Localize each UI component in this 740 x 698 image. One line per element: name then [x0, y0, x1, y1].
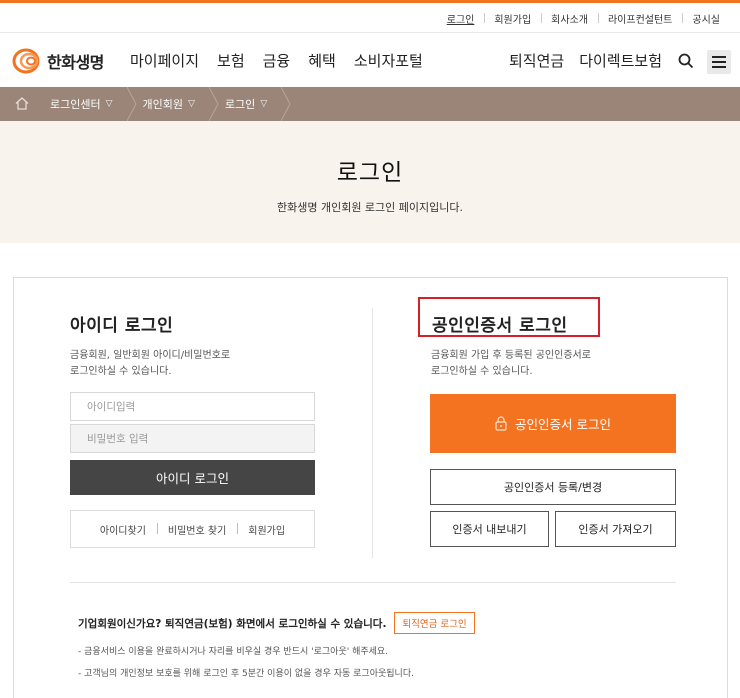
chevron-down-icon: ▽ [188, 99, 195, 109]
password-input[interactable]: 비밀번호 입력 [70, 424, 315, 453]
corporate-login-text: 기업회원이신가요? 퇴직연금(보험) 화면에서 로그인하실 수 있습니다. [78, 617, 387, 630]
notice-auto-logout: - 고객님의 개인정보 보호를 위해 로그인 후 5분간 이용이 없을 경우 자… [78, 669, 414, 679]
menu-pension[interactable]: 퇴직연금 [509, 50, 564, 71]
util-login-label[interactable]: 로그인 [447, 15, 475, 26]
brand-name: 한화생명 [47, 53, 104, 72]
menu-consumer-portal[interactable]: 소비자포털 [354, 50, 423, 71]
join-link[interactable]: 회원가입 [237, 522, 296, 537]
breadcrumb-label: 개인회원 [142, 98, 184, 111]
id-login-description: 금융회원, 일반회원 아이디/비밀번호로 로그인하실 수 있습니다. [70, 348, 230, 380]
brand-logo[interactable]: 한화생명 [12, 46, 104, 76]
page-subtitle: 한화생명 개인회원 로그인 페이지입니다. [276, 201, 464, 214]
find-password-link[interactable]: 비밀번호 찾기 [156, 522, 237, 537]
login-panel: 아이디 로그인 금융회원, 일반회원 아이디/비밀번호로 로그인하실 수 있습니… [13, 277, 728, 698]
cert-export-button[interactable]: 인증서 내보내기 [430, 511, 549, 547]
id-login-button[interactable]: 아이디 로그인 [70, 460, 315, 495]
cert-login-description: 금융회원 가입 후 등록된 공인인증서로 로그인하실 수 있습니다. [431, 348, 591, 380]
cert-login-button-label: 공인인증서 로그인 [515, 417, 611, 432]
menu-insurance[interactable]: 보험 [217, 50, 245, 71]
id-input-placeholder: 아이디입력 [87, 401, 136, 413]
menu-direct-insurance[interactable]: 다이렉트보험 [579, 50, 662, 71]
menu-toggle-button[interactable] [707, 50, 731, 74]
account-links: 아이디찾기 비밀번호 찾기 회원가입 [70, 510, 315, 548]
hamburger-icon [712, 53, 726, 72]
util-link-company[interactable]: 회사소개 [541, 11, 598, 26]
hanwha-logo-icon [12, 46, 44, 76]
util-link-disclosure[interactable]: 공시실 [682, 11, 730, 26]
main-menu-right: 퇴직연금 다이렉트보험 [509, 50, 662, 71]
search-icon [678, 53, 694, 73]
breadcrumb-home[interactable] [0, 87, 44, 121]
breadcrumb-label: 로그인 [224, 98, 256, 111]
util-disclosure-label[interactable]: 공시실 [692, 15, 720, 26]
notice-logout: - 금융서비스 이용을 완료하시거나 자리를 비우실 경우 반드시 '로그아웃'… [78, 647, 389, 657]
cert-login-title: 공인인증서 로그인 [432, 316, 568, 336]
chevron-down-icon: ▽ [260, 99, 268, 109]
util-link-login[interactable]: 로그인 [437, 11, 485, 26]
util-company-label[interactable]: 회사소개 [551, 15, 588, 26]
cert-login-desc-line-1: 금융회원 가입 후 등록된 공인인증서로 [431, 350, 591, 361]
utility-nav: 로그인 회원가입 회사소개 라이프컨설턴트 공시실 [0, 3, 740, 33]
main-menu: 마이페이지 보험 금융 혜택 소비자포털 [130, 50, 423, 71]
page-hero: 로그인 한화생명 개인회원 로그인 페이지입니다. [0, 121, 740, 243]
util-link-consultant[interactable]: 라이프컨설턴트 [597, 11, 682, 26]
util-consultant-label[interactable]: 라이프컨설턴트 [608, 15, 672, 26]
password-input-placeholder: 비밀번호 입력 [87, 433, 149, 445]
menu-mypage[interactable]: 마이페이지 [130, 50, 199, 71]
id-input[interactable]: 아이디입력 [70, 392, 315, 421]
id-login-desc-line-2: 로그인하실 수 있습니다. [70, 366, 172, 377]
breadcrumb-item-personal[interactable]: 개인회원 ▽ [137, 87, 219, 121]
column-divider [372, 308, 373, 558]
main-header: 한화생명 마이페이지 보험 금융 혜택 소비자포털 퇴직연금 다이렉트보험 [0, 34, 740, 87]
search-button[interactable] [675, 52, 697, 74]
cert-login-desc-line-2: 로그인하실 수 있습니다. [431, 366, 533, 377]
breadcrumb-item-login-center[interactable]: 로그인센터 ▽ [44, 87, 137, 121]
menu-benefits[interactable]: 혜택 [308, 50, 336, 71]
home-icon [15, 95, 29, 114]
breadcrumb-label: 로그인센터 [50, 98, 101, 111]
cert-register-button[interactable]: 공인인증서 등록/변경 [430, 469, 676, 505]
id-login-title: 아이디 로그인 [70, 316, 174, 336]
corporate-login-row: 기업회원이신가요? 퇴직연금(보험) 화면에서 로그인하실 수 있습니다. 퇴직… [78, 612, 475, 634]
breadcrumb: 로그인센터 ▽ 개인회원 ▽ 로그인 ▽ [0, 87, 740, 121]
find-id-link[interactable]: 아이디찾기 [89, 522, 157, 537]
util-join-label[interactable]: 회원가입 [494, 15, 531, 26]
page-title: 로그인 [336, 160, 404, 186]
breadcrumb-item-login[interactable]: 로그인 ▽ [219, 87, 291, 121]
menu-finance[interactable]: 금융 [263, 50, 291, 71]
util-link-join[interactable]: 회원가입 [484, 11, 541, 26]
cert-login-button[interactable]: 공인인증서 로그인 [430, 394, 676, 453]
lock-icon [495, 416, 507, 431]
id-login-desc-line-1: 금융회원, 일반회원 아이디/비밀번호로 [70, 350, 231, 361]
section-divider [70, 582, 676, 583]
cert-import-button[interactable]: 인증서 가져오기 [555, 511, 676, 547]
pension-login-button[interactable]: 퇴직연금 로그인 [394, 612, 475, 634]
chevron-down-icon: ▽ [105, 99, 113, 109]
